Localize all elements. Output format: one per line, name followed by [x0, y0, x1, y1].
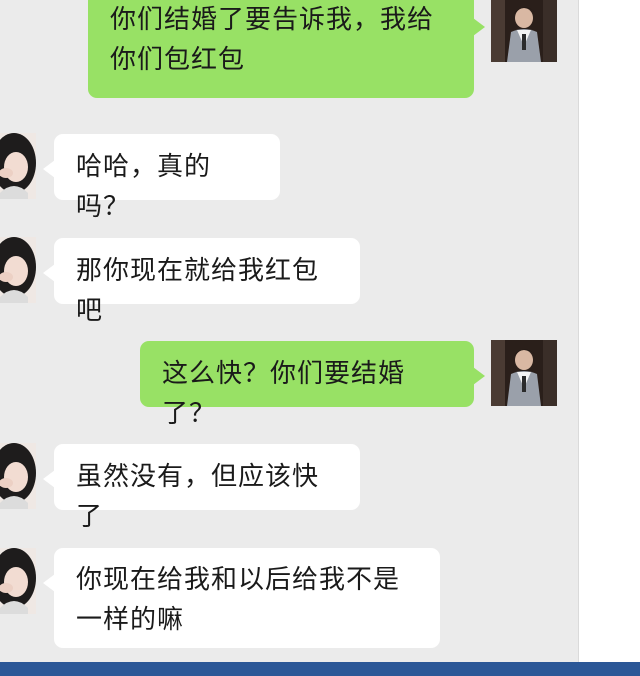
message-bubble-sent[interactable]: 这么快？你们要结婚了？	[140, 341, 485, 429]
contact-avatar[interactable]	[0, 548, 36, 614]
woman-portrait-icon	[0, 548, 36, 614]
message-text: 哈哈，真的吗？	[76, 152, 212, 222]
woman-portrait-icon	[0, 237, 36, 303]
man-portrait-icon	[491, 0, 557, 62]
right-side-panel	[578, 0, 640, 662]
message-bubble-received[interactable]: 虽然没有，但应该快了	[43, 444, 360, 532]
woman-portrait-icon	[0, 443, 36, 509]
contact-avatar[interactable]	[0, 237, 36, 303]
man-portrait-icon	[491, 340, 557, 406]
message-bubble-sent[interactable]: 你们结婚了要告诉我，我给你们包红包	[88, 0, 485, 98]
taskbar	[0, 662, 640, 676]
message-bubble-received[interactable]: 你现在给我和以后给我不是一样的嘛	[43, 548, 440, 648]
contact-avatar[interactable]	[0, 133, 36, 199]
message-text: 你现在给我和以后给我不是一样的嘛	[76, 565, 401, 635]
message-text: 虽然没有，但应该快了	[76, 462, 320, 532]
self-avatar[interactable]	[491, 340, 557, 406]
contact-avatar[interactable]	[0, 443, 36, 509]
self-avatar[interactable]	[491, 0, 557, 62]
message-text: 这么快？你们要结婚了？	[162, 359, 406, 429]
message-text: 那你现在就给我红包吧	[76, 256, 320, 326]
chat-area[interactable]: 你们结婚了要告诉我，我给你们包红包 哈哈，真的吗？ 那你现在就给我红包吧 这么快…	[0, 0, 578, 662]
message-bubble-received[interactable]: 哈哈，真的吗？	[43, 134, 280, 222]
message-text: 你们结婚了要告诉我，我给你们包红包	[110, 5, 435, 75]
message-bubble-received[interactable]: 那你现在就给我红包吧	[43, 238, 360, 326]
woman-portrait-icon	[0, 133, 36, 199]
